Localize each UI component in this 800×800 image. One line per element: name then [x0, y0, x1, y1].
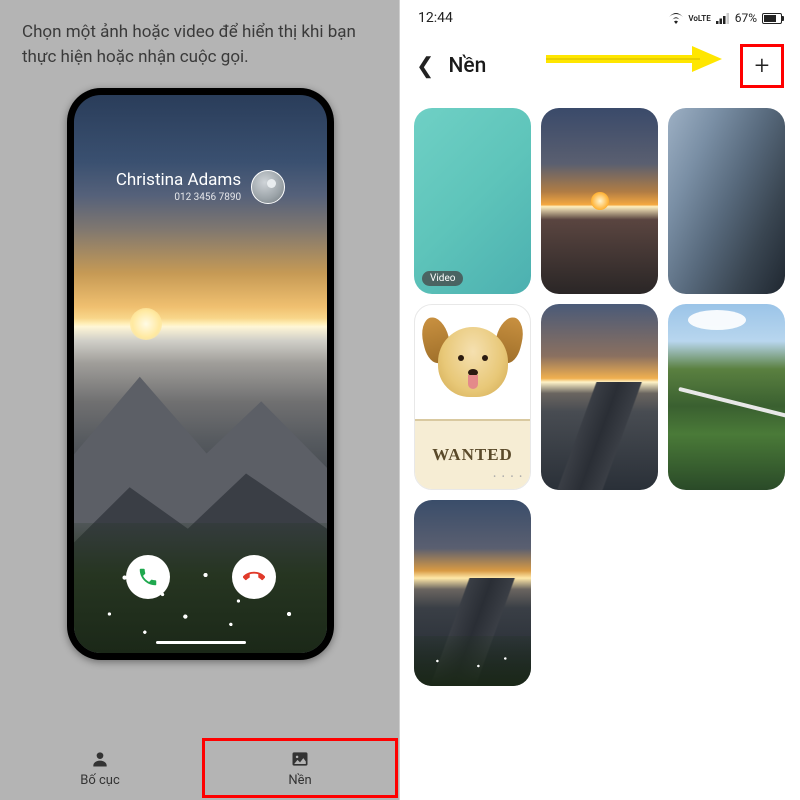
status-bar: 12:44 VoLTE 67%: [400, 0, 800, 30]
left-screenshot: Chọn một ảnh hoặc video để hiển thị khi …: [0, 0, 400, 800]
tab-layout-label: Bố cục: [80, 773, 120, 788]
bg-thumb-3[interactable]: [668, 108, 785, 294]
battery-icon: [762, 13, 782, 24]
bg-thumb-2[interactable]: [541, 108, 658, 294]
phone-decline-icon: [243, 566, 265, 588]
signal-icon: [716, 13, 730, 24]
video-badge: Video: [422, 271, 463, 286]
wanted-sign-text: WANTED: [432, 445, 513, 465]
battery-percent: 67%: [735, 11, 757, 25]
bg-thumb-1[interactable]: Video: [414, 108, 531, 294]
tab-layout[interactable]: Bố cục: [0, 736, 200, 800]
annotation-arrow-icon: [542, 44, 722, 74]
bg-thumb-5[interactable]: [541, 304, 658, 490]
gesture-handle: [156, 641, 246, 644]
page-title: Nền: [448, 54, 486, 78]
bg-thumb-4[interactable]: WANTED • • • •: [414, 304, 531, 490]
add-button[interactable]: +: [755, 51, 770, 81]
status-time: 12:44: [418, 10, 453, 26]
background-grid: Video WANTED • • • •: [400, 98, 800, 696]
phone-preview-frame: Christina Adams 012 3456 7890: [67, 88, 334, 660]
bg-thumb-6[interactable]: [668, 304, 785, 490]
phone-accept-icon: [137, 566, 159, 588]
bg-thumb-7[interactable]: [414, 500, 531, 686]
lte-indicator: VoLTE: [688, 14, 710, 23]
page-dots: • • • •: [493, 472, 524, 481]
phone-preview-screen: Christina Adams 012 3456 7890: [74, 95, 327, 653]
call-buttons-row: [74, 555, 327, 599]
decline-call-button[interactable]: [232, 555, 276, 599]
caller-info: Christina Adams 012 3456 7890: [74, 170, 327, 204]
sun-graphic: [130, 308, 162, 340]
wifi-icon: [669, 13, 683, 24]
highlight-box-add: +: [740, 44, 784, 88]
right-screenshot: 12:44 VoLTE 67% ❮ Nền + Video: [400, 0, 800, 800]
person-icon: [90, 749, 110, 769]
instruction-text: Chọn một ảnh hoặc video để hiển thị khi …: [0, 0, 400, 77]
caller-number: 012 3456 7890: [116, 192, 241, 203]
caller-name: Christina Adams: [116, 171, 241, 191]
accept-call-button[interactable]: [126, 555, 170, 599]
back-button[interactable]: ❮: [416, 54, 434, 79]
highlight-box-left: [202, 738, 398, 798]
caller-avatar: [251, 170, 285, 204]
